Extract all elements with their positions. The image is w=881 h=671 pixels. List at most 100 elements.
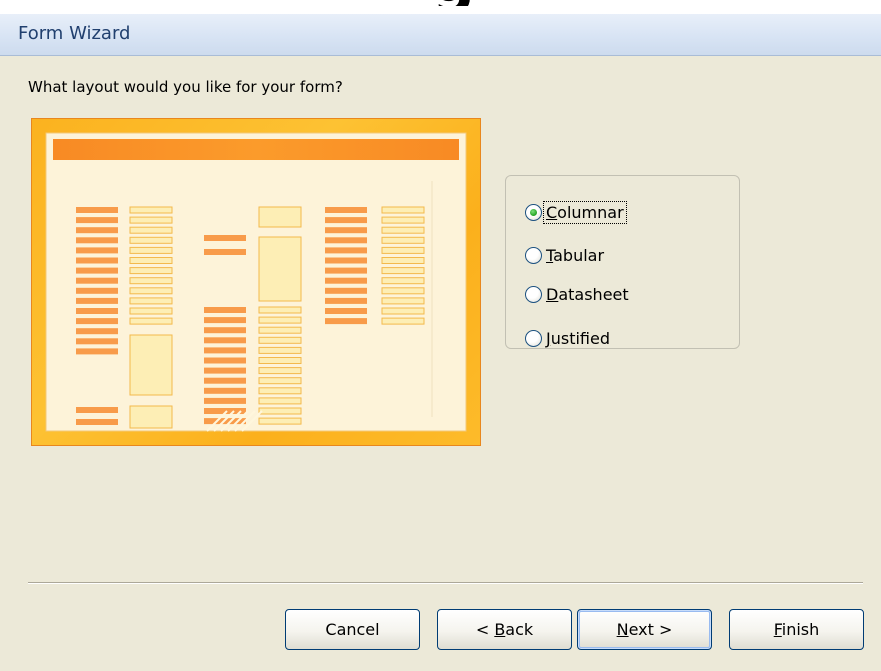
preview-label-bar <box>204 377 246 384</box>
preview-field-bar <box>129 297 173 305</box>
preview-field-bar <box>129 287 173 295</box>
preview-field-bar <box>258 316 302 324</box>
preview-field-bar <box>129 246 173 254</box>
preview-field-bar <box>258 417 302 425</box>
preview-label-bar <box>325 287 367 294</box>
preview-field-bar <box>381 226 425 234</box>
preview-label-bar <box>325 247 367 254</box>
preview-label-bar <box>76 407 118 413</box>
preview-label-bar <box>76 338 118 345</box>
radio-justified[interactable] <box>525 329 542 347</box>
preview-field-bar <box>129 216 173 224</box>
preview-label-bar <box>76 237 118 244</box>
preview-label-bar <box>76 287 118 294</box>
radio-columnar[interactable] <box>525 203 542 221</box>
preview-field-bar <box>258 326 302 334</box>
finish-button[interactable]: Finish <box>729 609 864 650</box>
radio-tabular[interactable] <box>525 246 542 264</box>
preview-field-bar <box>381 307 425 315</box>
preview-field-bar <box>258 346 302 354</box>
preview-field-bar <box>381 277 425 285</box>
preview-label-bar <box>204 327 246 334</box>
preview-memo-field <box>258 236 302 302</box>
preview-label-bar <box>204 235 246 241</box>
preview-field-bar <box>258 336 302 344</box>
form-wizard-window: Form Wizard What layout would you like f… <box>0 14 881 671</box>
preview-memo-field <box>129 334 173 396</box>
preview-label-bar <box>204 337 246 344</box>
preview-label-bar <box>204 347 246 354</box>
preview-label-bar <box>76 267 118 274</box>
preview-label-bar <box>204 387 246 394</box>
layout-preview-image <box>31 118 481 446</box>
preview-label-bar <box>325 237 367 244</box>
preview-field-bar <box>258 377 302 385</box>
preview-field-bar <box>129 277 173 285</box>
preview-label-bar <box>325 297 367 304</box>
preview-field-box <box>258 206 302 228</box>
preview-label-bar <box>76 419 118 425</box>
preview-label-bar <box>76 207 118 213</box>
preview-label-bar <box>76 247 118 254</box>
preview-label-bar <box>325 308 367 314</box>
preview-field-bar <box>381 216 425 224</box>
preview-field-bar <box>381 267 425 275</box>
preview-field-bar <box>258 357 302 364</box>
preview-field-bar <box>381 206 425 214</box>
option-datasheet[interactable]: Datasheet <box>525 282 631 306</box>
preview-label-bar <box>325 217 367 224</box>
radio-datasheet[interactable] <box>525 285 542 303</box>
preview-label-bar <box>325 227 367 234</box>
preview-label-bar <box>76 257 118 264</box>
option-columnar[interactable]: Columnar <box>525 200 627 224</box>
preview-label-bar <box>204 307 246 313</box>
option-tabular[interactable]: Tabular <box>525 243 606 267</box>
preview-label-bar <box>204 367 246 374</box>
preview-label-bar <box>325 277 367 284</box>
button-separator <box>28 582 863 584</box>
preview-label-bar <box>76 217 118 224</box>
next-button[interactable]: Next > <box>577 609 712 650</box>
window-title: Form Wizard <box>18 23 131 44</box>
preview-label-bar <box>204 397 246 404</box>
preview-label-bar <box>76 277 118 284</box>
layout-prompt: What layout would you like for your form… <box>28 78 343 96</box>
preview-field-bar <box>381 236 425 244</box>
preview-label-bar <box>204 317 246 324</box>
preview-field-bar <box>129 267 173 275</box>
preview-label-bar <box>325 267 367 274</box>
preview-label-bar <box>76 328 118 335</box>
preview-field-box <box>129 405 173 429</box>
preview-field-bar <box>381 317 425 325</box>
preview-field-bar <box>129 226 173 234</box>
cancel-button[interactable]: Cancel <box>285 609 420 650</box>
preview-label-bar <box>76 308 118 314</box>
title-bar: Form Wizard <box>0 14 881 56</box>
preview-field-bar <box>381 287 425 295</box>
option-justified[interactable]: Justified <box>525 326 612 350</box>
preview-label-bar <box>76 297 118 304</box>
preview-field-bar <box>381 246 425 254</box>
preview-field-bar <box>129 236 173 244</box>
cropped-heading-glyph: g <box>432 0 496 6</box>
back-button[interactable]: < Back <box>437 609 572 650</box>
preview-label-bar <box>204 249 246 255</box>
preview-label-bar <box>76 227 118 234</box>
preview-label-bar <box>204 357 246 364</box>
preview-field-bar <box>258 397 302 405</box>
preview-field-bar <box>258 367 302 375</box>
preview-label-bar <box>76 318 118 325</box>
preview-field-bar <box>381 257 425 264</box>
preview-field-bar <box>258 387 302 395</box>
layout-option-group: Columnar Tabular Datasheet Justified <box>505 175 740 349</box>
preview-label-bar <box>325 207 367 213</box>
preview-field-bar <box>129 206 173 214</box>
preview-label-bar <box>76 348 118 355</box>
preview-field-bar <box>381 297 425 305</box>
preview-field-bar <box>258 407 302 415</box>
preview-field-bar <box>129 257 173 264</box>
preview-label-bar <box>325 318 367 325</box>
preview-label-bar <box>325 257 367 264</box>
preview-field-bar <box>129 317 173 325</box>
preview-field-bar <box>258 306 302 314</box>
